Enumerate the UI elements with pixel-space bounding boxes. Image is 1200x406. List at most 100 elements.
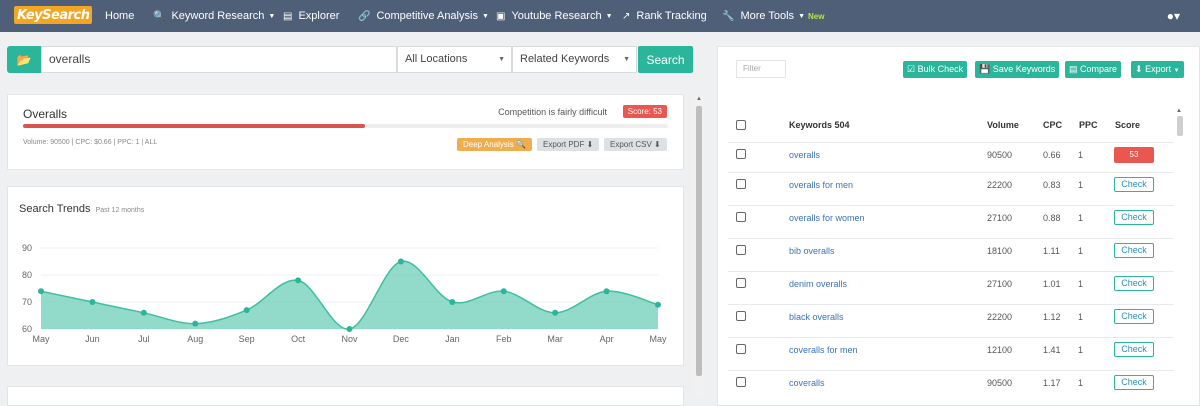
ppc-cell: 1 — [1078, 345, 1084, 355]
cpc-cell: 0.83 — [1043, 180, 1061, 190]
scroll-up-icon[interactable]: ▲ — [1176, 108, 1182, 114]
ppc-cell: 1 — [1078, 213, 1084, 223]
chevron-down-icon: ▼ — [623, 56, 630, 63]
nav-keyword-research[interactable]: 🔍 Keyword Research ▼ — [153, 0, 275, 32]
trend-point — [449, 299, 456, 305]
mode-select[interactable]: Related Keywords ▼ — [512, 46, 637, 73]
save-keywords-button[interactable]: 💾 Save Keywords — [975, 61, 1060, 78]
y-tick-label: 80 — [22, 270, 32, 280]
row-checkbox[interactable] — [736, 377, 746, 387]
nav-rank-tracking[interactable]: ↗ Rank Tracking — [622, 0, 707, 32]
header-ppc[interactable]: PPC — [1079, 120, 1098, 130]
export-csv-button[interactable]: Export CSV ⬇ — [604, 138, 667, 151]
header-cpc[interactable]: CPC — [1043, 120, 1062, 130]
check-score-button[interactable]: Check — [1114, 210, 1154, 225]
y-tick-label: 70 — [22, 297, 32, 307]
cpc-cell: 1.11 — [1043, 246, 1060, 256]
location-select[interactable]: All Locations ▼ — [397, 46, 512, 73]
export-button[interactable]: ⬇ Export ▼ — [1131, 61, 1184, 78]
filter-input[interactable]: Filter — [736, 60, 786, 78]
bar-chart-icon: ▤ — [283, 10, 293, 22]
row-checkbox[interactable] — [736, 278, 746, 288]
x-tick-label: Dec — [393, 334, 410, 344]
check-score-button[interactable]: Check — [1114, 276, 1154, 291]
competition-text: Competition is fairly difficult — [498, 107, 607, 117]
x-tick-label: Jun — [85, 334, 100, 344]
ppc-cell: 1 — [1078, 180, 1084, 190]
caret-down-icon: ▼ — [481, 12, 489, 20]
search-button[interactable]: Search — [638, 46, 693, 73]
volume-cell: 12100 — [987, 345, 1013, 355]
left-scrollbar-thumb[interactable] — [696, 106, 702, 376]
row-checkbox[interactable] — [736, 149, 746, 159]
keyword-input[interactable]: overalls — [41, 46, 397, 73]
header-volume[interactable]: Volume — [987, 120, 1019, 130]
cpc-cell: 1.41 — [1043, 345, 1061, 355]
nav-youtube-research[interactable]: ▣ Youtube Research ▼ — [496, 0, 613, 32]
header-keywords[interactable]: Keywords 504 — [789, 120, 850, 130]
keysearch-logo[interactable]: KeySearch — [14, 6, 93, 24]
check-score-button[interactable]: Check — [1114, 342, 1154, 357]
trend-point — [397, 258, 404, 265]
table-row-divider — [728, 271, 1174, 272]
trend-point — [140, 309, 147, 316]
keyword-link[interactable]: black overalls — [789, 312, 844, 322]
right-scrollbar[interactable]: ▲ — [1176, 108, 1184, 358]
folder-open-icon[interactable]: 📂 — [7, 46, 41, 73]
link-icon: 🔗 — [358, 10, 371, 22]
x-tick-label: Aug — [187, 334, 203, 344]
check-score-button[interactable]: Check — [1114, 375, 1154, 390]
row-checkbox[interactable] — [736, 344, 746, 354]
trend-point — [295, 277, 302, 284]
trend-point — [500, 288, 507, 295]
ppc-cell: 1 — [1078, 312, 1084, 322]
scroll-up-icon[interactable]: ▲ — [696, 96, 702, 102]
row-checkbox[interactable] — [736, 311, 746, 321]
download-icon: ⬇ — [654, 140, 661, 149]
deep-analysis-button[interactable]: Deep Analysis 🔍 — [457, 138, 532, 151]
chevron-down-icon: ▼ — [498, 56, 505, 63]
keyword-link[interactable]: coveralls for men — [789, 345, 858, 355]
keyword-metrics: Volume: 90500 | CPC: $0.66 | PPC: 1 | AL… — [23, 139, 158, 146]
keyword-link[interactable]: denim overalls — [789, 279, 847, 289]
select-all-checkbox[interactable] — [736, 120, 746, 130]
nav-explorer[interactable]: ▤ Explorer — [283, 0, 339, 32]
nav-more-tools[interactable]: 🔧 More Tools ▼ New — [722, 0, 824, 32]
difficulty-progress — [23, 124, 668, 128]
save-icon: 💾 — [979, 64, 991, 74]
user-icon[interactable]: ●▾ — [1167, 9, 1180, 23]
keyword-link[interactable]: overalls for men — [789, 180, 853, 190]
volume-cell: 27100 — [987, 213, 1013, 223]
trend-point — [655, 301, 661, 308]
check-score-button[interactable]: Check — [1114, 309, 1154, 324]
keyword-link[interactable]: coveralls — [789, 378, 825, 388]
nav-home[interactable]: Home — [105, 0, 134, 32]
keyword-link[interactable]: bib overalls — [789, 246, 835, 256]
compare-button[interactable]: ▤ Compare — [1065, 61, 1122, 78]
row-checkbox[interactable] — [736, 212, 746, 222]
left-scrollbar[interactable]: ▲ — [694, 96, 704, 396]
keyword-title: Overalls — [23, 107, 68, 121]
keyword-link[interactable]: overalls — [789, 150, 820, 160]
cpc-cell: 0.88 — [1043, 213, 1061, 223]
search-icon: 🔍 — [515, 140, 526, 149]
export-pdf-button[interactable]: Export PDF ⬇ — [537, 138, 600, 151]
volume-cell: 22200 — [987, 312, 1013, 322]
keyword-link[interactable]: overalls for women — [789, 213, 865, 223]
bulk-check-button[interactable]: ☑ Bulk Check — [903, 61, 968, 78]
trend-point — [552, 309, 559, 316]
search-trends-chart: 60 70 80 90 May Jun Jul Aug Sep Oct Nov Dec Jan Feb Ma… — [22, 243, 667, 344]
right-scrollbar-thumb[interactable] — [1177, 116, 1183, 136]
check-score-button[interactable]: Check — [1114, 243, 1154, 258]
nav-competitive-analysis[interactable]: 🔗 Competitive Analysis ▼ — [358, 0, 489, 32]
header-score[interactable]: Score — [1115, 120, 1140, 130]
check-score-button[interactable]: Check — [1114, 177, 1154, 192]
x-tick-label: Nov — [341, 334, 358, 344]
x-tick-label: Jan — [445, 334, 460, 344]
x-tick-label: Jul — [138, 334, 150, 344]
trend-area — [41, 261, 658, 330]
volume-cell: 22200 — [987, 180, 1013, 190]
row-checkbox[interactable] — [736, 245, 746, 255]
volume-cell: 27100 — [987, 279, 1013, 289]
row-checkbox[interactable] — [736, 179, 746, 189]
